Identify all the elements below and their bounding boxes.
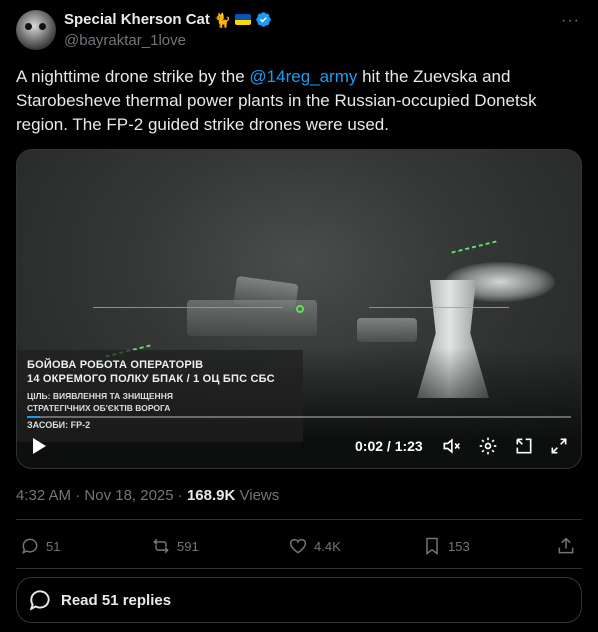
bookmark-count: 153 bbox=[448, 538, 470, 554]
author-handle[interactable]: @bayraktar_1love bbox=[64, 32, 186, 49]
views-count: 168.9K bbox=[186, 487, 236, 504]
reply-button[interactable]: 51 bbox=[20, 536, 60, 556]
action-bar: 51 591 4.4K 153 bbox=[16, 528, 582, 564]
tweet-text: A nighttime drone strike by the @14reg_a… bbox=[16, 65, 582, 137]
tweet-text-part: A nighttime drone strike by the bbox=[16, 67, 250, 86]
heart-icon bbox=[289, 538, 307, 554]
repost-count: 591 bbox=[177, 538, 199, 554]
replies-bubble-icon bbox=[29, 590, 50, 611]
picture-in-picture-icon[interactable] bbox=[514, 436, 534, 456]
video-caption: БОЙОВА РОБОТА ОПЕРАТОРІВ 14 ОКРЕМОГО ПОЛ… bbox=[17, 350, 303, 442]
post-date[interactable]: Nov 18, 2025 bbox=[84, 487, 173, 504]
divider bbox=[16, 568, 582, 569]
repost-button[interactable]: 591 bbox=[151, 536, 199, 556]
reply-icon bbox=[22, 538, 38, 555]
share-icon bbox=[558, 537, 574, 554]
caption-line: 14 ОКРЕМОГО ПОЛКУ БПАК / 1 ОЦ БПС СБС bbox=[27, 373, 275, 385]
share-button[interactable] bbox=[556, 536, 576, 556]
post-time[interactable]: 4:32 AM bbox=[16, 487, 71, 504]
display-name[interactable]: Special Kherson Cat bbox=[64, 11, 210, 28]
avatar[interactable] bbox=[16, 10, 56, 50]
targeting-line bbox=[369, 307, 509, 308]
mute-icon[interactable] bbox=[441, 436, 461, 456]
repost-icon bbox=[153, 538, 169, 554]
ukraine-flag-icon bbox=[235, 14, 252, 25]
video-progress-fill bbox=[27, 416, 41, 418]
like-count: 4.4K bbox=[314, 538, 341, 554]
play-icon[interactable] bbox=[33, 438, 46, 454]
like-button[interactable]: 4.4K bbox=[288, 536, 341, 556]
reply-count: 51 bbox=[46, 538, 61, 554]
more-options-icon[interactable]: ··· bbox=[561, 12, 580, 30]
video-time: 0:02 / 1:23 bbox=[355, 438, 423, 454]
divider bbox=[16, 519, 582, 520]
read-replies-button[interactable]: Read 51 replies bbox=[16, 577, 582, 623]
mention-link[interactable]: @14reg_army bbox=[249, 67, 357, 86]
tweet-header: Special Kherson Cat 🐈 @bayraktar_1love ·… bbox=[16, 10, 582, 54]
video-progress-bar[interactable] bbox=[27, 416, 571, 418]
bookmark-button[interactable]: 153 bbox=[422, 536, 470, 556]
tweet-meta: 4:32 AM · Nov 18, 2025 · 168.9K Views bbox=[16, 487, 279, 504]
cat-emoji-icon: 🐈 bbox=[213, 11, 232, 28]
author-name-row: Special Kherson Cat 🐈 bbox=[64, 11, 272, 28]
settings-gear-icon[interactable] bbox=[478, 436, 498, 456]
views-label: Views bbox=[235, 487, 280, 504]
read-replies-label: Read 51 replies bbox=[61, 591, 172, 609]
separator: · bbox=[173, 487, 187, 504]
bookmark-icon bbox=[426, 537, 438, 555]
separator: · bbox=[71, 487, 85, 504]
targeting-dashes bbox=[451, 240, 497, 254]
verified-badge-icon[interactable] bbox=[255, 11, 272, 28]
targeting-line bbox=[93, 307, 283, 308]
video-player[interactable]: БОЙОВА РОБОТА ОПЕРАТОРІВ 14 ОКРЕМОГО ПОЛ… bbox=[16, 149, 582, 469]
fullscreen-icon[interactable] bbox=[549, 436, 569, 456]
caption-line: СТРАТЕГІЧНИХ ОБ'ЄКТІВ ВОРОГА bbox=[27, 403, 171, 413]
targeting-reticle bbox=[296, 305, 304, 313]
caption-line: ЦІЛЬ: ВИЯВЛЕННЯ ТА ЗНИЩЕННЯ bbox=[27, 391, 173, 401]
video-controls: 0:02 / 1:23 bbox=[17, 430, 581, 460]
caption-line: БОЙОВА РОБОТА ОПЕРАТОРІВ bbox=[27, 359, 204, 371]
plant-structure bbox=[357, 318, 417, 342]
